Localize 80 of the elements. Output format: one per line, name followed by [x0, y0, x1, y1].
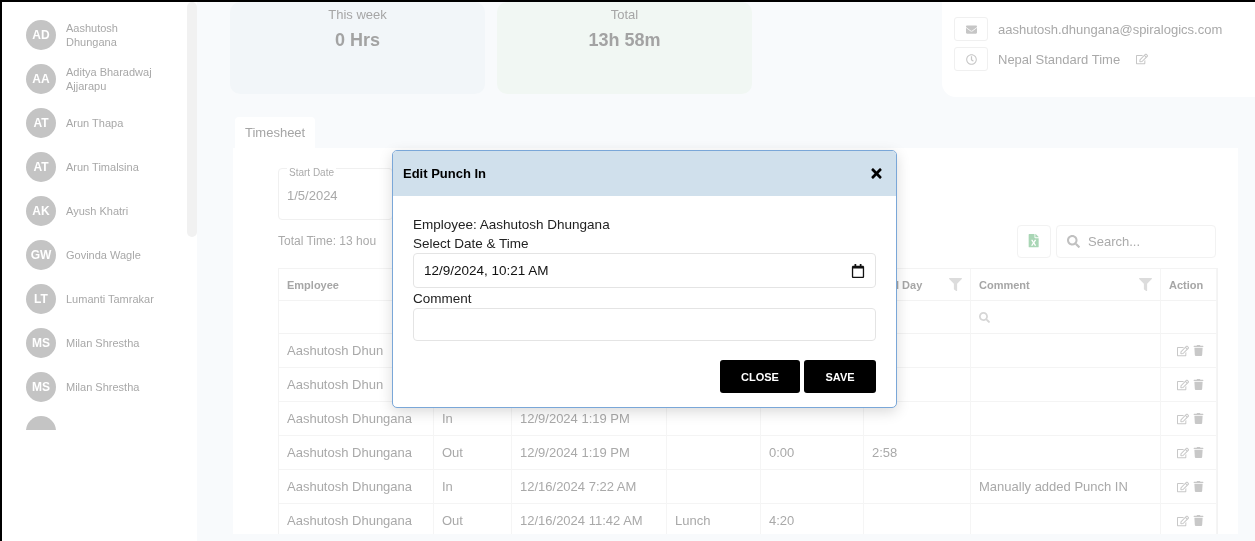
- avatar: AT: [26, 152, 56, 182]
- field-label: Start Date: [287, 167, 337, 178]
- envelope-icon: [965, 23, 977, 35]
- edit-icon[interactable]: [1177, 514, 1189, 527]
- trash-icon[interactable]: [1193, 447, 1204, 458]
- employee-name[interactable]: Milan Shrestha: [66, 336, 166, 350]
- table-cell: 12/16/2024 7:22 AM: [512, 470, 667, 504]
- column-header: Action: [1169, 278, 1204, 291]
- filter-icon[interactable]: [949, 278, 962, 291]
- date-value: 1/5/2024: [287, 188, 338, 203]
- table-cell: Aashutosh Dhungana: [279, 470, 434, 504]
- employee-name[interactable]: Arun Thapa: [66, 116, 166, 130]
- tab[interactable]: Timesheet: [235, 117, 316, 148]
- avatar: MS: [26, 372, 56, 402]
- trash-icon[interactable]: [1193, 345, 1204, 356]
- employee-name[interactable]: Lumanti Tamrakar: [66, 292, 166, 306]
- table-cell: Out: [434, 436, 512, 470]
- column-header: Employee: [287, 278, 339, 291]
- trash-icon[interactable]: [1193, 481, 1204, 492]
- table-cell: Aashutosh Dhungana: [279, 504, 434, 534]
- avatar: AA: [26, 64, 56, 94]
- avatar: LT: [26, 284, 56, 314]
- profile-text: Nepal Standard Time: [998, 51, 1121, 67]
- stat-label: This week: [328, 7, 387, 22]
- employee-name[interactable]: Arun Timalsina: [66, 160, 166, 174]
- table-cell: 0:00: [761, 436, 864, 470]
- trash-icon[interactable]: [1193, 515, 1204, 526]
- avatar: MS: [26, 328, 56, 358]
- avatar: AD: [26, 20, 56, 50]
- search-field[interactable]: Search...: [1056, 224, 1216, 258]
- dialog-title: Edit Punch In: [403, 166, 487, 181]
- edit-icon[interactable]: [1177, 446, 1189, 459]
- avatar: AK: [26, 196, 56, 226]
- search-icon[interactable]: [979, 311, 990, 323]
- date-time-field[interactable]: 12/9/2024, 10:21 AM: [413, 253, 876, 288]
- employee-name[interactable]: Milan Shrestha: [66, 380, 166, 394]
- search-icon: [1067, 234, 1080, 248]
- table-cell: Aashutosh Dhungana: [279, 436, 434, 470]
- trash-icon[interactable]: [1193, 379, 1204, 390]
- employee-name[interactable]: Ayush Khatri: [66, 204, 166, 218]
- total-time: Total Time: 13 hou: [278, 234, 377, 248]
- table-cell: Lunch: [667, 504, 761, 534]
- table-cell: 12/9/2024 1:19 PM: [512, 436, 667, 470]
- stat-label: Total: [610, 7, 639, 22]
- table-cell: Manually added Punch IN: [971, 470, 1161, 504]
- profile-text: aashutosh.dhungana@spiralogics.com: [998, 21, 1223, 37]
- table-cell: Out: [434, 504, 512, 534]
- avatar: AT: [26, 108, 56, 138]
- edit-icon[interactable]: [1136, 53, 1149, 65]
- edit-icon[interactable]: [1177, 344, 1189, 357]
- table-cell: 2:58: [864, 436, 971, 470]
- column-header: Comment: [979, 278, 1030, 291]
- filter-icon[interactable]: [1139, 278, 1152, 291]
- stat-value: 13h 58m: [588, 30, 661, 51]
- edit-icon[interactable]: [1177, 480, 1189, 493]
- edit-icon[interactable]: [1177, 412, 1189, 425]
- excel-export-button[interactable]: [1017, 224, 1051, 258]
- clock-icon: [965, 53, 977, 65]
- table-cell: 4:20: [761, 504, 864, 534]
- table-cell: 12/16/2024 11:42 AM: [512, 504, 667, 534]
- column-header: l Day: [896, 278, 923, 291]
- employee-name[interactable]: Govinda Wagle: [66, 248, 166, 262]
- field-label: Select Date & Time: [413, 235, 530, 253]
- employee-name[interactable]: Aashutosh Dhungana: [66, 21, 166, 49]
- trash-icon[interactable]: [1193, 413, 1204, 424]
- dialog-button[interactable]: SAVE: [804, 360, 876, 393]
- table-cell: In: [434, 470, 512, 504]
- calendar-icon[interactable]: [851, 263, 865, 278]
- dialog-button[interactable]: CLOSE: [720, 360, 800, 393]
- edit-icon[interactable]: [1177, 378, 1189, 391]
- employee-name[interactable]: Aditya Bharadwaj Ajjarapu: [66, 65, 166, 93]
- scrollbar[interactable]: [187, 2, 197, 237]
- close-icon[interactable]: [869, 166, 884, 181]
- stat-value: 0 Hrs: [335, 30, 380, 51]
- filter-cell[interactable]: [971, 301, 1161, 334]
- comment-field[interactable]: [413, 308, 876, 341]
- field-label: Comment: [413, 290, 473, 308]
- spreadsheet-icon: [1027, 234, 1041, 248]
- employee-label: Employee: Aashutosh Dhungana: [413, 216, 611, 234]
- avatar: GW: [26, 240, 56, 270]
